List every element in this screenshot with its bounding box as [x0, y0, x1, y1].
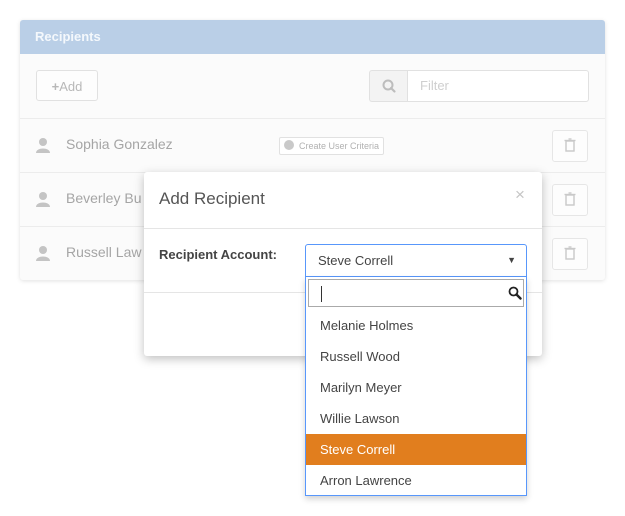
dropdown-option[interactable]: Melanie Holmes: [306, 310, 526, 341]
close-icon[interactable]: ×: [515, 185, 525, 205]
recipient-name: Sophia Gonzalez: [66, 136, 173, 152]
delete-recipient-button[interactable]: [552, 130, 588, 162]
dropdown-option-selected[interactable]: Steve Correll: [306, 434, 526, 465]
modal-divider: [144, 228, 542, 229]
delete-recipient-button[interactable]: [552, 238, 588, 270]
search-icon: [382, 79, 396, 93]
globe-icon: [284, 140, 294, 150]
recipient-account-select[interactable]: Steve Correll ▼: [305, 244, 527, 277]
recipient-name: Beverley Bu: [66, 190, 142, 206]
recipient-name: Russell Law: [66, 244, 142, 260]
modal-title: Add Recipient: [159, 189, 265, 208]
trash-icon: [564, 138, 576, 152]
user-icon: [36, 138, 50, 153]
selected-value: Steve Correll: [318, 253, 394, 268]
recipient-account-label: Recipient Account:: [159, 247, 277, 262]
create-user-criteria-button[interactable]: Create User Criteria: [279, 137, 385, 155]
dropdown-option[interactable]: Russell Wood: [306, 341, 526, 372]
add-recipient-button[interactable]: +Add: [36, 70, 98, 101]
user-icon: [36, 192, 50, 207]
dropdown-option[interactable]: Arron Lawrence: [306, 465, 526, 496]
filter-placeholder: Filter: [420, 78, 449, 93]
dropdown-option[interactable]: Marilyn Meyer: [306, 372, 526, 403]
chevron-down-icon: ▼: [507, 255, 516, 265]
dropdown-search-input[interactable]: [308, 279, 524, 307]
panel-title: Recipients: [35, 29, 101, 44]
recipient-row: Sophia Gonzalez Create User Criteria: [20, 118, 605, 173]
delete-recipient-button[interactable]: [552, 184, 588, 216]
trash-icon: [564, 246, 576, 260]
user-icon: [36, 246, 50, 261]
panel-header: Recipients: [20, 20, 605, 54]
filter-search-addon: [369, 70, 407, 102]
recipient-dropdown: Melanie Holmes Russell Wood Marilyn Meye…: [305, 277, 527, 496]
criteria-label: Create User Criteria: [299, 141, 380, 151]
text-cursor: [321, 286, 322, 302]
filter-input[interactable]: Filter: [407, 70, 589, 102]
dropdown-option[interactable]: Willie Lawson: [306, 403, 526, 434]
search-icon: [508, 286, 522, 300]
add-button-label: Add: [59, 79, 83, 94]
trash-icon: [564, 192, 576, 206]
